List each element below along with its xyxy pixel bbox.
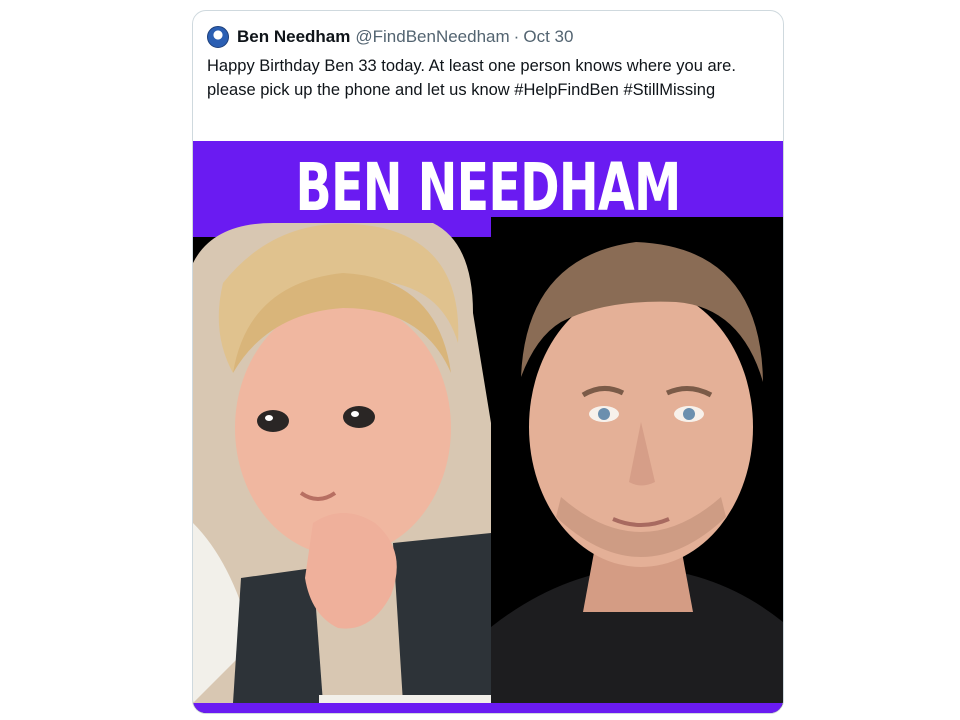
tweet-card[interactable]: Ben Needham @FindBenNeedham · Oct 30 Hap… <box>192 10 784 714</box>
avatar[interactable] <box>207 26 229 48</box>
adult-photo <box>491 217 783 707</box>
display-name[interactable]: Ben Needham <box>237 27 350 47</box>
separator-dot: · <box>513 27 520 46</box>
child-photo <box>193 223 491 703</box>
user-handle[interactable]: @FindBenNeedham <box>355 27 509 47</box>
tweet-text: Happy Birthday Ben 33 today. At least on… <box>207 57 736 99</box>
tweet-header: Ben Needham @FindBenNeedham · Oct 30 <box>207 25 573 49</box>
tweet-media-image[interactable]: BEN NEEDHAM <box>193 141 783 713</box>
tweet-date[interactable]: Oct 30 <box>523 27 573 47</box>
media-footer-bar <box>193 703 783 713</box>
media-title: BEN NEEDHAM <box>295 149 681 226</box>
